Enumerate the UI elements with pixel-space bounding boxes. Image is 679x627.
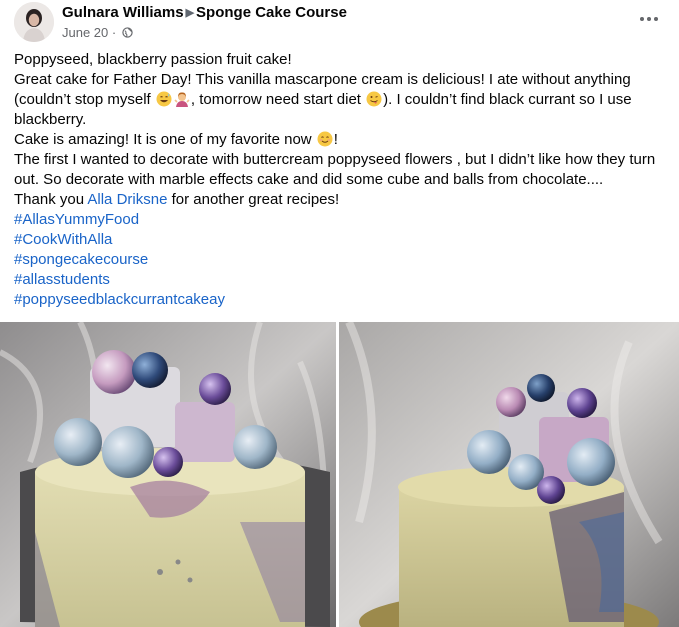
post-date[interactable]: June 20 bbox=[62, 25, 108, 40]
post-paragraph: Thank you Alla Driksne for another great… bbox=[14, 190, 664, 210]
post-meta: June 20 · bbox=[62, 25, 133, 40]
post-text: Poppyseed, blackberry passion fruit cake… bbox=[14, 50, 664, 310]
globe-icon bbox=[122, 26, 133, 38]
post-text-span: Cake is amazing! It is one of my favorit… bbox=[14, 131, 316, 148]
post-paragraph: Great cake for Father Day! This vanilla … bbox=[14, 70, 664, 130]
cake-photo-2[interactable] bbox=[339, 322, 679, 627]
hashtag-link[interactable]: #AllasYummyFood bbox=[14, 211, 139, 228]
post-text-span: Thank you bbox=[14, 191, 88, 208]
facebook-post: Gulnara Williams ▶ Sponge Cake Course June… bbox=[0, 0, 679, 627]
cake-photo-1[interactable] bbox=[0, 322, 336, 627]
post-text-span: for another great recipes! bbox=[167, 191, 340, 208]
more-dot bbox=[654, 17, 658, 21]
hashtag-link[interactable]: #CookWithAlla bbox=[14, 231, 112, 248]
author-line: Gulnara Williams ▶ Sponge Cake Course bbox=[62, 4, 347, 21]
more-options-icon[interactable] bbox=[634, 8, 664, 30]
hashtag-line: #AllasYummyFood bbox=[14, 210, 664, 230]
author-name[interactable]: Gulnara Williams bbox=[62, 4, 184, 21]
photo-grid bbox=[0, 322, 679, 627]
post-paragraph: Cake is amazing! It is one of my favorit… bbox=[14, 130, 664, 150]
post-text-span: , tomorrow need start diet bbox=[190, 91, 366, 108]
more-dot bbox=[647, 17, 651, 21]
hashtag-line: #poppyseedblackcurrantcakeay bbox=[14, 290, 664, 310]
avatar[interactable] bbox=[14, 2, 54, 42]
mention-link[interactable]: Alla Driksne bbox=[87, 191, 167, 208]
hashtag-line: #spongecakecourse bbox=[14, 250, 664, 270]
hashtag-line: #allasstudents bbox=[14, 270, 664, 290]
hashtag-line: #CookWithAlla bbox=[14, 230, 664, 250]
caret-right-icon: ▶ bbox=[185, 7, 195, 19]
more-dot bbox=[640, 17, 644, 21]
group-name[interactable]: Sponge Cake Course bbox=[196, 4, 347, 21]
smiling-blush-emoji bbox=[317, 131, 333, 147]
post-line: The first I wanted to decorate with butt… bbox=[14, 151, 656, 188]
hashtag-link[interactable]: #poppyseedblackcurrantcakeay bbox=[14, 291, 225, 308]
winking-tongue-emoji bbox=[366, 91, 382, 107]
hashtag-link[interactable]: #spongecakecourse bbox=[14, 251, 148, 268]
post-line: Poppyseed, blackberry passion fruit cake… bbox=[14, 51, 292, 68]
post-text-span: ! bbox=[333, 131, 338, 148]
grinning-sweat-emoji bbox=[156, 91, 172, 107]
meta-separator: · bbox=[111, 25, 117, 40]
post-header: Gulnara Williams ▶ Sponge Cake Course June… bbox=[14, 2, 674, 44]
hashtag-link[interactable]: #allasstudents bbox=[14, 271, 110, 288]
woman-shrugging-emoji bbox=[174, 91, 190, 107]
